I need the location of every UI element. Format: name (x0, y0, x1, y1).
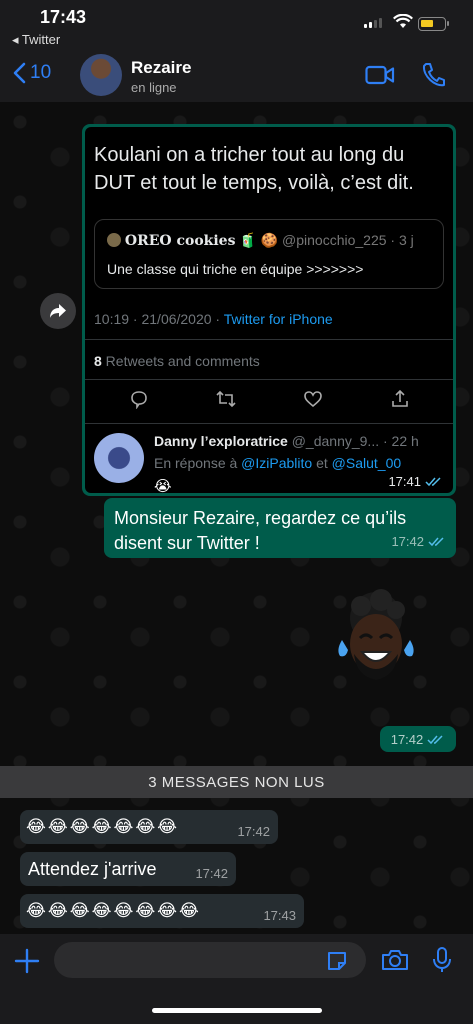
battery-icon (418, 17, 449, 31)
message-time-text: 17:41 (388, 474, 421, 489)
forward-icon (50, 304, 66, 318)
divider (85, 379, 453, 380)
tweet-timestamp: 10:19 · 21/06/2020 · (94, 311, 224, 327)
chat-area[interactable]: Koulani on a tricher tout au long du DUT… (0, 102, 473, 934)
double-check-icon (428, 537, 444, 547)
back-to-app-link[interactable]: ◂ Twitter (12, 32, 60, 48)
quoted-author-emoji: 🧃 🍪 (239, 232, 279, 248)
status-bar: 17:43 ◂ Twitter (0, 0, 473, 50)
sticker-time-badge: 17:42 (380, 726, 456, 752)
sticker-icon[interactable] (326, 950, 348, 977)
reply-avatar (94, 433, 144, 483)
message-time: 17:42 (195, 866, 228, 881)
double-check-icon (425, 477, 441, 487)
phone-call-icon[interactable] (421, 62, 445, 93)
unread-messages-banner: 3 MESSAGES NON LUS (0, 766, 473, 798)
divider (85, 423, 453, 424)
message-time: 17:42 (237, 824, 270, 839)
reply-conjunction: et (312, 455, 332, 471)
message-time: 17:42 (391, 529, 446, 554)
contact-avatar[interactable] (80, 54, 122, 96)
message-text: Monsieur Rezaire, regardez ce qu’ils dis… (114, 508, 407, 553)
incoming-message[interactable]: 😂😂😂😂😂😂😂😂 17:43 (20, 894, 304, 928)
message-time-text: 17:42 (390, 731, 424, 747)
message-text: 😂😂😂😂😂😂😂😂 (26, 901, 201, 920)
home-indicator[interactable] (152, 1008, 322, 1013)
tweet-actions (85, 389, 453, 413)
tweet-source: Twitter for iPhone (223, 311, 333, 327)
quoted-tweet-header: OREO cookies 🧃 🍪 @pinocchio_225 · 3 j (107, 232, 414, 249)
chat-header: 10 Rezaire en ligne (0, 50, 473, 102)
microphone-icon[interactable] (432, 946, 452, 979)
outgoing-message[interactable]: Monsieur Rezaire, regardez ce qu’ils dis… (104, 498, 456, 558)
message-time: 17:41 (388, 474, 443, 489)
camera-icon[interactable] (381, 948, 409, 977)
quoted-tweet-text: Une classe qui triche en équipe >>>>>>> (107, 261, 364, 277)
message-time-text: 17:42 (391, 534, 424, 549)
reply-emojis: 😭😭😭😭 (154, 478, 172, 493)
message-text: 😂😂😂😂😂😂😂 (26, 817, 180, 836)
back-button[interactable]: 10 (12, 62, 51, 84)
quoted-author-name: OREO cookies (124, 233, 236, 249)
message-time: 17:43 (263, 908, 296, 923)
message-text: Attendez j'arrive (28, 859, 157, 879)
reply-context: En réponse à @IziPablito et @Salut_00 (154, 455, 401, 471)
tweet-screenshot-message[interactable]: Koulani on a tricher tout au long du DUT… (82, 124, 456, 496)
unread-count: 10 (30, 62, 52, 83)
contact-status: en ligne (131, 80, 177, 95)
retweet-label: Retweets and comments (101, 353, 260, 369)
quoted-avatar (107, 233, 121, 247)
wifi-icon (393, 13, 413, 35)
video-call-icon[interactable] (365, 64, 395, 91)
status-time: 17:43 (40, 7, 87, 27)
message-input[interactable] (54, 942, 366, 978)
incoming-message[interactable]: Attendez j'arrive 17:42 (20, 852, 236, 886)
incoming-message[interactable]: 😂😂😂😂😂😂😂 17:42 (20, 810, 278, 844)
reply-author-handle: @_danny_9... · 22 h (287, 433, 419, 449)
like-icon (303, 389, 323, 414)
share-icon (390, 389, 410, 414)
tweet-text: Koulani on a tricher tout au long du DUT… (94, 144, 414, 194)
divider (85, 339, 453, 340)
forward-button[interactable] (40, 293, 76, 329)
laughing-memoji-sticker[interactable] (326, 588, 426, 688)
reply-prefix: En réponse à (154, 455, 242, 471)
reply-author-name: Danny l’exploratrice (154, 433, 288, 449)
double-check-icon (427, 734, 443, 744)
tweet-card: Koulani on a tricher tout au long du DUT… (85, 127, 453, 493)
tweet-date: 10:19 · 21/06/2020 · Twitter for iPhone (94, 311, 333, 327)
mention-1: @IziPablito (241, 455, 313, 471)
quoted-tweet: OREO cookies 🧃 🍪 @pinocchio_225 · 3 j Un… (94, 219, 444, 289)
retweet-count: 8 (94, 353, 102, 369)
retweet-stats: 8 Retweets and comments (94, 353, 260, 369)
signal-icon (364, 18, 382, 28)
message-input-bar (0, 934, 473, 1024)
reply-author: Danny l’exploratrice @_danny_9... · 22 h (154, 433, 419, 449)
chevron-left-icon (13, 62, 26, 84)
quoted-author-handle: @pinocchio_225 · 3 j (282, 232, 414, 248)
reply-icon (129, 389, 149, 414)
plus-icon[interactable] (14, 948, 40, 979)
mention-2: @Salut_00 (331, 455, 402, 471)
retweet-icon (215, 389, 237, 414)
contact-name[interactable]: Rezaire (131, 58, 191, 78)
